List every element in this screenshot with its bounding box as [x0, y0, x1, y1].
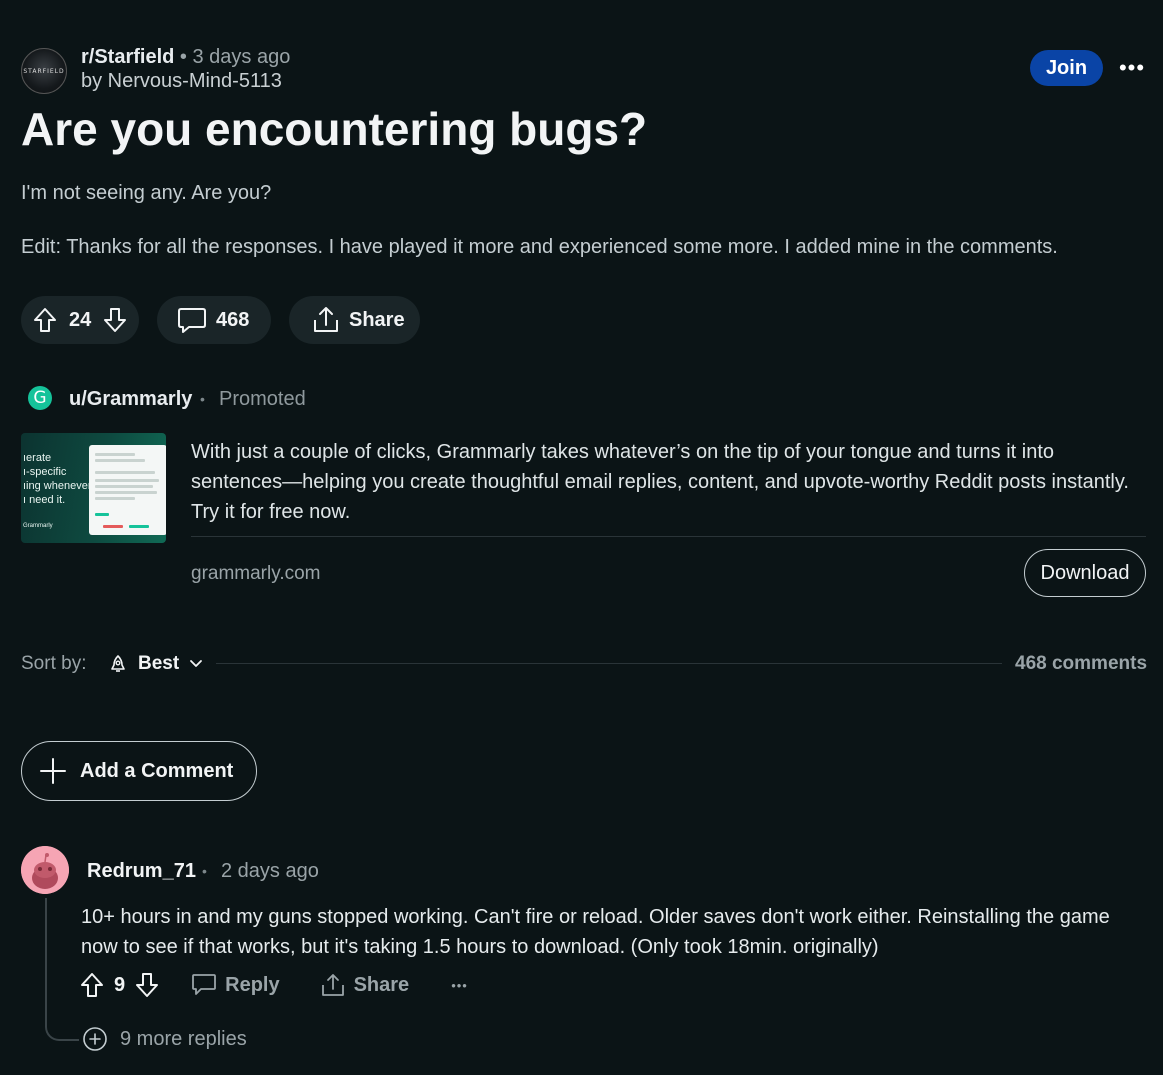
post-time: 3 days ago	[192, 46, 291, 68]
subreddit-avatar[interactable]: STARFIELD	[21, 48, 67, 94]
comment-author[interactable]: Redrum_71	[87, 858, 196, 884]
share-icon	[320, 972, 346, 998]
promoted-tag: Promoted	[219, 388, 306, 410]
sort-dropdown[interactable]: Best	[108, 652, 203, 676]
sort-divider	[216, 663, 1002, 664]
ad-text[interactable]: With just a couple of clicks, Grammarly …	[191, 437, 1141, 527]
post-author[interactable]: by Nervous-Mind-5113	[81, 69, 282, 93]
add-comment-button[interactable]: Add a Comment	[21, 741, 257, 801]
snoo-avatar-icon	[21, 846, 69, 894]
post-title: Are you encountering bugs?	[21, 103, 648, 155]
share-label: Share	[349, 308, 405, 331]
ad-thumb-card	[89, 445, 166, 535]
share-button[interactable]: Share	[289, 296, 420, 344]
ad-divider	[191, 536, 1146, 537]
post-more-options-button[interactable]: •••	[1116, 52, 1148, 84]
sort-label: Sort by:	[21, 653, 87, 674]
upvote-count: 24	[69, 308, 92, 331]
ad-domain-link[interactable]: grammarly.com	[191, 562, 321, 586]
more-replies-button[interactable]: 9 more replies	[82, 1026, 247, 1052]
comments-button[interactable]: 468	[157, 296, 271, 344]
comment-actions: 9 Reply Share •••	[80, 970, 468, 1000]
share-icon	[311, 305, 341, 335]
download-button[interactable]: Download	[1024, 549, 1146, 597]
ad-thumb-line: ıerate	[23, 452, 52, 464]
post-vote-bar: 24	[21, 296, 139, 344]
meta-separator: •	[179, 46, 187, 68]
post-body-line-1: I'm not seeing any. Are you?	[21, 182, 272, 204]
comment-share-label: Share	[353, 973, 410, 996]
ad-thumb-line: ıing whenever	[23, 480, 92, 492]
upvote-icon[interactable]	[80, 972, 104, 998]
plus-icon	[38, 756, 68, 786]
comment-time: 2 days ago	[221, 860, 319, 882]
thread-line[interactable]	[45, 898, 79, 1041]
comment-text: 10+ hours in and my guns stopped working…	[81, 906, 1110, 958]
reply-label: Reply	[225, 973, 280, 996]
downvote-icon[interactable]	[135, 972, 159, 998]
join-button[interactable]: Join	[1030, 50, 1103, 86]
sort-value: Best	[138, 653, 180, 674]
upvote-icon[interactable]	[33, 307, 57, 333]
comment-count: 468	[216, 308, 250, 331]
ad-thumb-line: ı need it.	[23, 494, 66, 506]
post-meta: r/Starfield • 3 days ago	[81, 45, 290, 69]
comment-more-options-button[interactable]: •••	[451, 978, 468, 993]
comment-icon	[191, 973, 217, 997]
chevron-down-icon	[189, 659, 203, 669]
comment-upvote-count: 9	[114, 973, 126, 996]
plus-circle-icon	[82, 1026, 108, 1052]
comments-count: 468 comments	[1015, 653, 1148, 674]
comment-separator: •	[202, 863, 207, 879]
add-comment-label: Add a Comment	[80, 759, 234, 782]
subreddit-avatar-text: STARFIELD	[23, 67, 65, 75]
promoted-user[interactable]: u/Grammarly	[69, 386, 192, 412]
promoted-separator: •	[200, 391, 205, 407]
downvote-icon[interactable]	[103, 307, 127, 333]
more-replies-label: 9 more replies	[120, 1027, 247, 1050]
avatar[interactable]	[21, 846, 69, 894]
grammarly-logo-icon[interactable]: G	[28, 386, 52, 410]
ad-thumb-brand: Grammarly	[23, 523, 53, 529]
reply-button[interactable]: Reply	[191, 973, 280, 997]
ad-thumbnail[interactable]: ıerate ı-specific ıing whenever ı need i…	[21, 433, 166, 543]
rocket-icon	[108, 654, 128, 674]
post-body-edit: Edit: Thanks for all the responses. I ha…	[21, 236, 1058, 258]
ad-thumb-line: ı-specific	[23, 466, 67, 478]
subreddit-link[interactable]: r/Starfield	[81, 46, 174, 68]
comment-share-button[interactable]: Share	[320, 972, 410, 998]
comment-icon	[177, 306, 207, 334]
